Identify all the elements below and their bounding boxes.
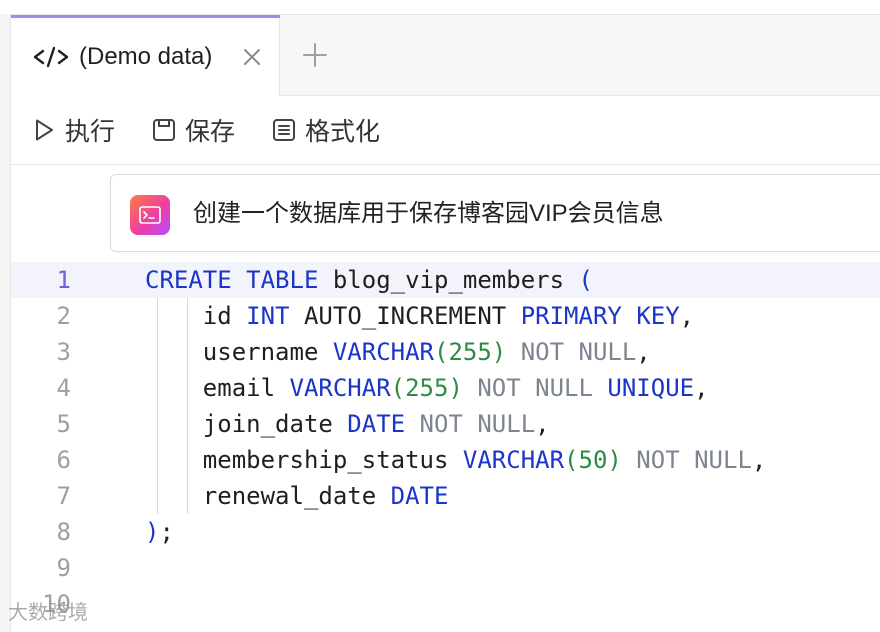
- prompt-text: 创建一个数据库用于保存博客园VIP会员信息: [193, 200, 664, 227]
- code-text: CREATE TABLE blog_vip_members (: [145, 266, 593, 294]
- code-text: username VARCHAR(255) NOT NULL,: [145, 338, 651, 366]
- code-line: 10: [11, 586, 880, 622]
- save-icon: [153, 119, 175, 141]
- code-text: email VARCHAR(255) NOT NULL UNIQUE,: [145, 374, 709, 402]
- code-line: 3 username VARCHAR(255) NOT NULL,: [11, 334, 880, 370]
- format-icon: [273, 119, 295, 141]
- left-rail: [0, 14, 11, 632]
- ai-prompt-card[interactable]: 创建一个数据库用于保存博客园VIP会员信息: [110, 174, 880, 252]
- line-number: 4: [56, 374, 71, 402]
- code-text: id INT AUTO_INCREMENT PRIMARY KEY,: [145, 302, 695, 330]
- code-line: 7 renewal_date DATE: [11, 478, 880, 514]
- code-line: 2 id INT AUTO_INCREMENT PRIMARY KEY,: [11, 298, 880, 334]
- code-text: renewal_date DATE: [145, 482, 449, 510]
- code-text: membership_status VARCHAR(50) NOT NULL,: [145, 446, 767, 474]
- code-text: );: [145, 518, 174, 546]
- indent-guide: [187, 298, 188, 514]
- save-button[interactable]: 保存: [151, 114, 235, 146]
- indent-guide: [157, 298, 158, 514]
- tab-active-indicator: [11, 15, 280, 18]
- line-number: 9: [56, 554, 71, 582]
- play-icon: [36, 119, 53, 141]
- editor-toolbar: 执行 保存 格式化: [11, 96, 880, 165]
- code-line: 6 membership_status VARCHAR(50) NOT NULL…: [11, 442, 880, 478]
- code-line: 9: [11, 550, 880, 586]
- code-icon: [33, 46, 69, 68]
- line-number: 6: [56, 446, 71, 474]
- line-number: 8: [56, 518, 71, 546]
- tab-bar: (Demo data): [11, 15, 880, 96]
- run-label: 执行: [65, 118, 116, 146]
- code-line: 8 );: [11, 514, 880, 550]
- watermark: 大数跨境: [8, 600, 88, 624]
- run-button[interactable]: 执行: [31, 114, 115, 146]
- tab-title: (Demo data): [79, 43, 213, 70]
- tab-demo-data[interactable]: (Demo data): [11, 15, 280, 96]
- plus-icon[interactable]: [301, 41, 329, 69]
- line-number: 2: [56, 302, 71, 330]
- line-number: 1: [56, 266, 71, 294]
- terminal-icon: [130, 195, 170, 235]
- code-line: 5 join_date DATE NOT NULL,: [11, 406, 880, 442]
- format-button[interactable]: 格式化: [271, 114, 380, 146]
- code-text: join_date DATE NOT NULL,: [145, 410, 550, 438]
- line-number: 7: [56, 482, 71, 510]
- close-icon[interactable]: [240, 45, 264, 69]
- code-line: 4 email VARCHAR(255) NOT NULL UNIQUE,: [11, 370, 880, 406]
- line-number: 5: [56, 410, 71, 438]
- format-label: 格式化: [305, 118, 381, 146]
- sql-editor[interactable]: 1 CREATE TABLE blog_vip_members ( 2 id I…: [11, 262, 880, 632]
- line-number: 3: [56, 338, 71, 366]
- code-line: 1 CREATE TABLE blog_vip_members (: [11, 262, 880, 298]
- save-label: 保存: [185, 118, 236, 146]
